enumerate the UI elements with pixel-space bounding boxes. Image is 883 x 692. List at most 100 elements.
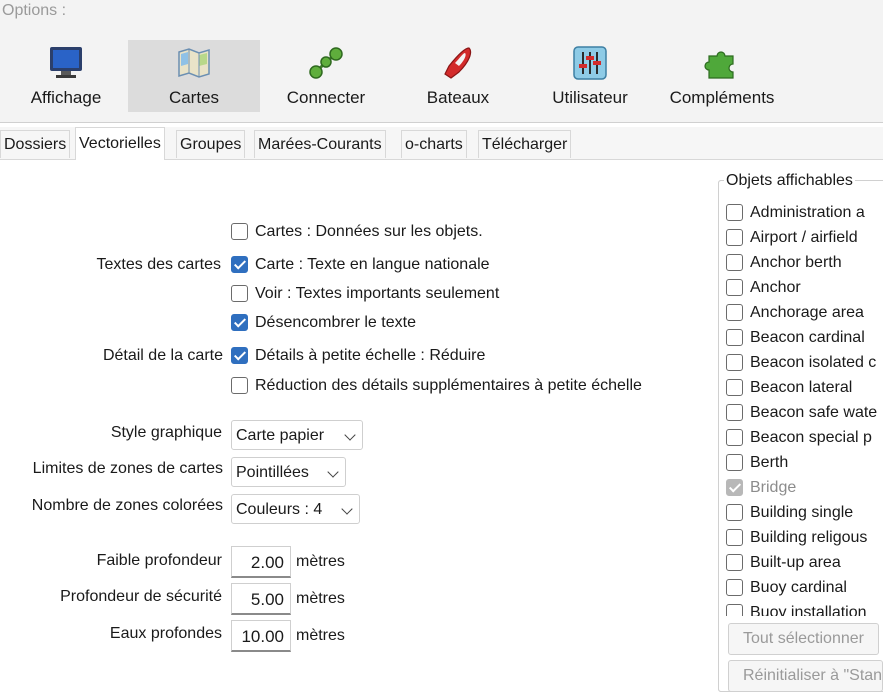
tab-groupes[interactable]: Groupes: [176, 130, 246, 158]
safety-depth-unit: mètres: [296, 590, 345, 607]
toolbar-complements-button[interactable]: Compléments: [656, 40, 788, 112]
tab-telecharger[interactable]: Télécharger: [478, 130, 572, 158]
checkbox-box: [726, 554, 743, 571]
select-all-button[interactable]: Tout sélectionner: [728, 623, 879, 655]
checkbox-box: [231, 256, 248, 273]
checkbox-declutter-text[interactable]: Désencombrer le texte: [231, 312, 416, 334]
checkbox-label: Réduction des détails supplémentaires à …: [255, 377, 642, 394]
displayable-objects-list[interactable]: Administration a Airport / airfield Anch…: [722, 200, 883, 616]
list-item-label: Beacon special p: [750, 429, 872, 446]
checkbox-label: Cartes : Données sur les objets.: [255, 223, 483, 240]
list-item-label: Bridge: [750, 479, 797, 496]
tab-o-charts[interactable]: o-charts: [401, 130, 467, 158]
chevron-down-icon: [344, 429, 356, 441]
list-item[interactable]: Building single: [726, 500, 853, 525]
toolbar-bateaux-button[interactable]: Bateaux: [392, 40, 524, 112]
checkbox-box: [726, 204, 743, 221]
list-item[interactable]: Buoy installation: [726, 600, 867, 616]
safety-depth-input[interactable]: 5.00: [231, 583, 291, 615]
checkbox-box: [726, 404, 743, 421]
checkbox-box: [726, 304, 743, 321]
checkbox-box: [726, 379, 743, 396]
checkbox-box: [726, 504, 743, 521]
checkbox-label: Carte : Texte en langue nationale: [255, 256, 490, 273]
list-item[interactable]: Anchorage area: [726, 300, 864, 325]
checkbox-box: [726, 479, 743, 496]
list-item[interactable]: Beacon isolated c: [726, 350, 876, 375]
checkbox-box: [726, 429, 743, 446]
deep-water-unit: mètres: [296, 627, 345, 644]
list-item-label: Building single: [750, 504, 854, 521]
toolbar-affichage-button[interactable]: Affichage: [0, 40, 132, 112]
colors-label: Nombre de zones colorées: [31, 497, 223, 514]
reset-standard-button[interactable]: Réinitialiser à "Stan: [728, 660, 883, 692]
toolbar-cartes-label: Cartes: [168, 88, 220, 107]
toolbar-connecter-label: Connecter: [286, 88, 366, 107]
list-item-label: Beacon lateral: [750, 379, 853, 396]
checkbox-important-texts-only[interactable]: Voir : Textes importants seulement: [231, 283, 499, 305]
style-select[interactable]: Carte papier: [231, 420, 363, 450]
shallow-depth-unit: mètres: [296, 553, 345, 570]
list-item[interactable]: Beacon safe wate: [726, 400, 877, 425]
list-item-label: Beacon cardinal: [750, 329, 865, 346]
list-item-label: Built-up area: [750, 554, 841, 571]
list-item[interactable]: Built-up area: [726, 550, 841, 575]
toolbar-utilisateur-label: Utilisateur: [552, 88, 628, 107]
list-item[interactable]: Administration a: [726, 200, 865, 225]
chevron-down-icon: [327, 466, 339, 478]
list-item-label: Building religous: [750, 529, 868, 546]
title-bar: Options :: [0, 0, 883, 39]
deep-water-input[interactable]: 10.00: [231, 620, 291, 652]
checkbox-small-scale-reduce[interactable]: Détails à petite échelle : Réduire: [231, 345, 485, 367]
list-item[interactable]: Airport / airfield: [726, 225, 858, 250]
checkbox-national-language[interactable]: Carte : Texte en langue nationale: [231, 254, 490, 276]
tab-vectorielles[interactable]: Vectorielles: [75, 127, 165, 160]
chart-detail-label: Détail de la carte: [102, 347, 223, 364]
checkbox-label: Voir : Textes importants seulement: [255, 285, 500, 302]
list-item[interactable]: Building religous: [726, 525, 867, 550]
list-item[interactable]: Anchor berth: [726, 250, 842, 275]
chart-texts-label: Textes des cartes: [96, 256, 222, 273]
boundaries-select[interactable]: Pointillées: [231, 457, 346, 487]
toolbar-affichage-label: Affichage: [30, 88, 102, 107]
displayable-objects-title: Objets affichables: [724, 172, 855, 190]
checkbox-box: [726, 454, 743, 471]
window-title: Options :: [2, 2, 67, 19]
checkbox-box: [726, 579, 743, 596]
list-item-label: Beacon safe wate: [750, 404, 878, 421]
list-item[interactable]: Beacon cardinal: [726, 325, 865, 350]
list-item[interactable]: Beacon lateral: [726, 375, 852, 400]
list-item[interactable]: Anchor: [726, 275, 801, 300]
tab-dossiers[interactable]: Dossiers: [0, 130, 71, 158]
checkbox-extra-detail-reduction[interactable]: Réduction des détails supplémentaires à …: [231, 375, 642, 397]
style-label: Style graphique: [110, 424, 222, 441]
toolbar-connecter-button[interactable]: Connecter: [260, 40, 392, 112]
colors-select[interactable]: Couleurs : 4: [231, 494, 360, 524]
list-item[interactable]: Beacon special p: [726, 425, 872, 450]
checkbox-box: [726, 604, 743, 616]
checkbox-object-data[interactable]: Cartes : Données sur les objets.: [231, 221, 483, 243]
checkbox-box: [726, 279, 743, 296]
checkbox-box: [231, 347, 248, 364]
toolbar-cartes-button[interactable]: Cartes: [128, 40, 260, 112]
list-item: Bridge: [726, 475, 796, 500]
checkbox-box: [726, 329, 743, 346]
safety-depth-label: Profondeur de sécurité: [60, 588, 222, 605]
list-item[interactable]: Berth: [726, 450, 788, 475]
tab-marees-courants[interactable]: Marées-Courants: [254, 130, 386, 158]
list-item-label: Buoy cardinal: [750, 579, 847, 596]
checkbox-box: [231, 314, 248, 331]
checkbox-box: [726, 354, 743, 371]
boat-icon: [444, 47, 472, 79]
list-item[interactable]: Buoy cardinal: [726, 575, 847, 600]
sliders-icon: [573, 46, 607, 80]
monitor-icon: [50, 47, 82, 78]
shallow-depth-input[interactable]: 2.00: [231, 546, 291, 578]
checkbox-box: [726, 254, 743, 271]
deep-water-label: Eaux profondes: [109, 625, 222, 642]
list-item-label: Administration a: [750, 204, 865, 221]
connect-icon: [309, 47, 343, 79]
toolbar-utilisateur-button[interactable]: Utilisateur: [524, 40, 656, 112]
shallow-depth-label: Faible profondeur: [96, 552, 222, 569]
list-item-label: Anchor: [750, 279, 801, 296]
